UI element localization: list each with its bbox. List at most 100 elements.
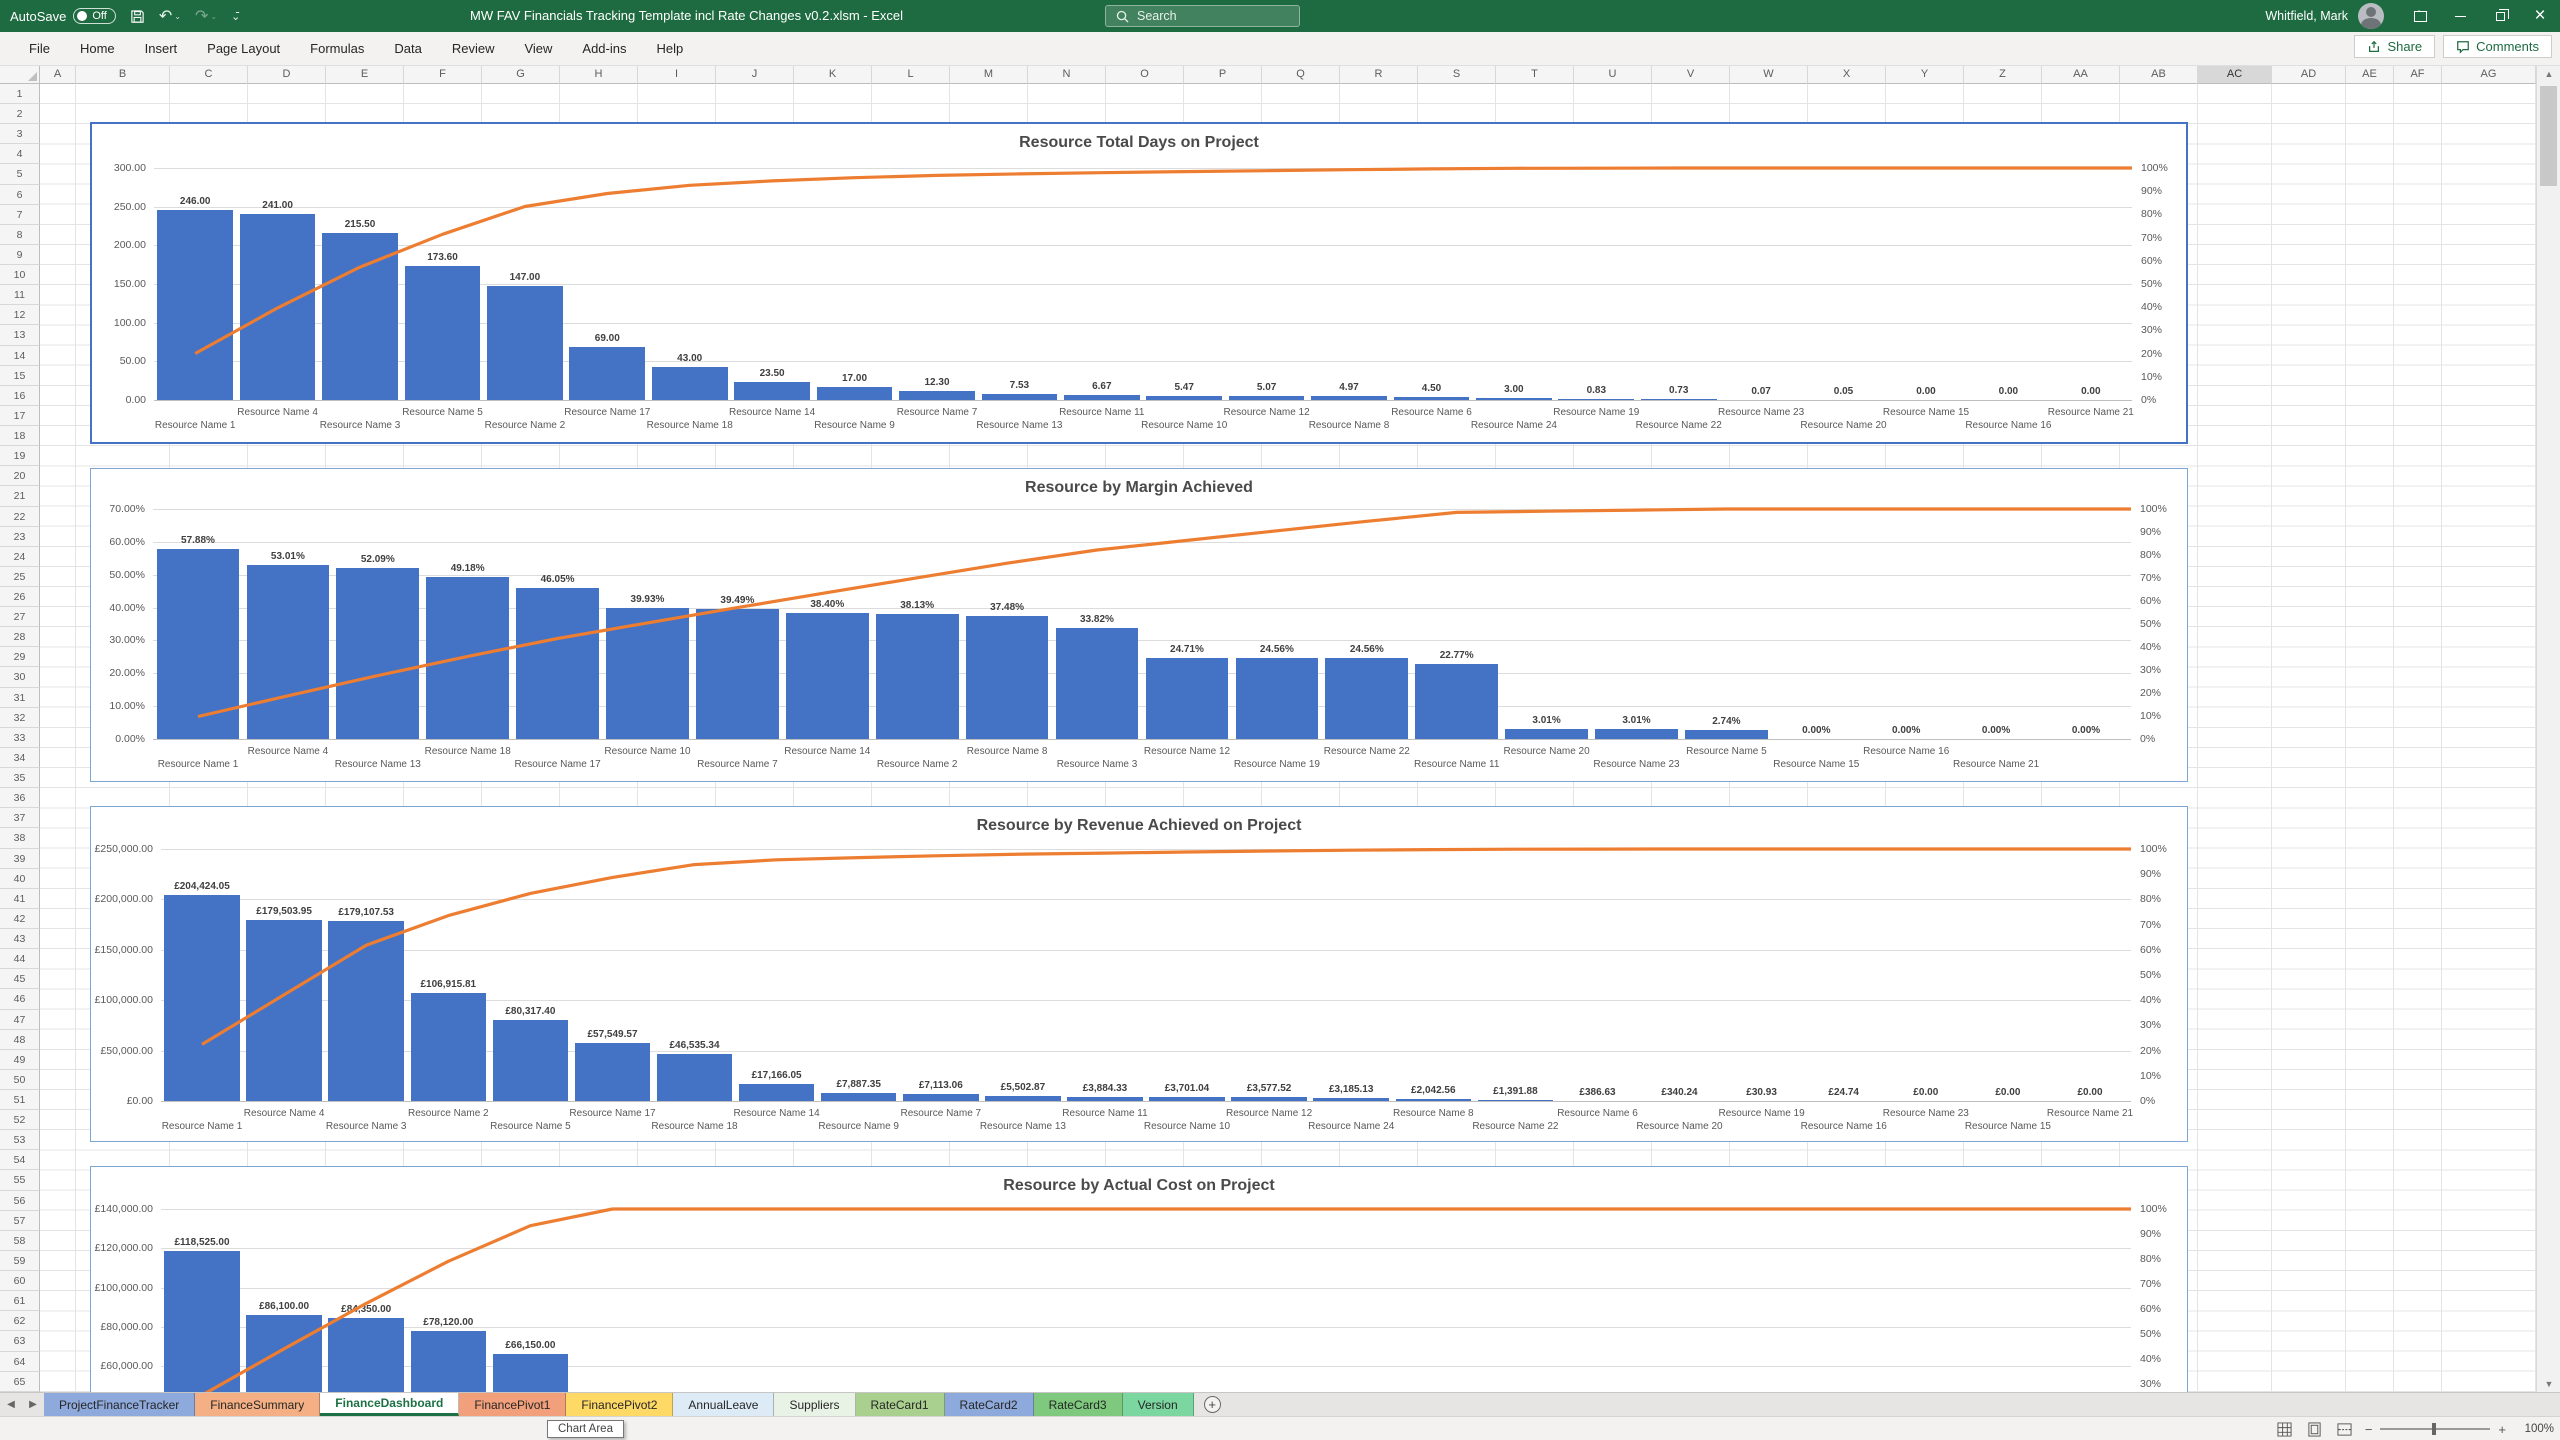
column-header-J[interactable]: J [716,66,794,84]
column-header-AE[interactable]: AE [2346,66,2394,84]
autosave-switch[interactable]: Off [73,8,115,24]
row-header-52[interactable]: 52 [0,1110,40,1130]
row-header-7[interactable]: 7 [0,205,40,225]
column-header-X[interactable]: X [1808,66,1886,84]
row-header-15[interactable]: 15 [0,366,40,386]
vertical-scrollbar[interactable]: ▲ ▼ [2536,66,2560,1392]
row-header-3[interactable]: 3 [0,124,40,144]
autosave-toggle[interactable]: AutoSave Off [10,8,116,24]
row-header-20[interactable]: 20 [0,466,40,486]
chart-3[interactable]: Resource by Revenue Achieved on Project£… [90,806,2188,1142]
row-header-28[interactable]: 28 [0,627,40,647]
column-header-N[interactable]: N [1028,66,1106,84]
column-header-R[interactable]: R [1340,66,1418,84]
column-header-T[interactable]: T [1496,66,1574,84]
column-header-B[interactable]: B [76,66,170,84]
zoom-in-icon[interactable]: + [2498,1422,2506,1437]
column-header-AG[interactable]: AG [2442,66,2536,84]
row-header-44[interactable]: 44 [0,949,40,969]
row-header-45[interactable]: 45 [0,969,40,989]
column-header-O[interactable]: O [1106,66,1184,84]
row-header-63[interactable]: 63 [0,1331,40,1351]
column-header-H[interactable]: H [560,66,638,84]
row-header-41[interactable]: 41 [0,889,40,909]
sheet-nav-right-icon[interactable]: ▶ [22,1393,44,1416]
row-header-55[interactable]: 55 [0,1170,40,1190]
row-header-53[interactable]: 53 [0,1130,40,1150]
row-header-23[interactable]: 23 [0,527,40,547]
column-header-L[interactable]: L [872,66,950,84]
sheet-tab-ratecard2[interactable]: RateCard2 [945,1393,1034,1416]
row-header-10[interactable]: 10 [0,265,40,285]
column-header-E[interactable]: E [326,66,404,84]
column-header-D[interactable]: D [248,66,326,84]
sheet-tab-suppliers[interactable]: Suppliers [774,1393,855,1416]
scroll-up-icon[interactable]: ▲ [2537,66,2560,82]
add-sheet-button[interactable]: + [1204,1396,1221,1413]
undo-dropdown-icon[interactable]: ⌄ [174,12,181,21]
row-header-64[interactable]: 64 [0,1352,40,1372]
redo-button[interactable]: ↷⌄ [195,6,217,26]
row-header-59[interactable]: 59 [0,1251,40,1271]
ribbon-tab-file[interactable]: File [14,32,65,66]
ribbon-tab-view[interactable]: View [509,32,567,66]
column-header-G[interactable]: G [482,66,560,84]
redo-dropdown-icon[interactable]: ⌄ [210,12,217,21]
column-header-AD[interactable]: AD [2272,66,2346,84]
row-header-1[interactable]: 1 [0,84,40,104]
row-header-4[interactable]: 4 [0,144,40,164]
undo-button[interactable]: ↶⌄ [159,6,181,26]
share-button[interactable]: Share [2354,35,2435,58]
row-header-29[interactable]: 29 [0,647,40,667]
row-header-27[interactable]: 27 [0,607,40,627]
row-header-30[interactable]: 30 [0,667,40,687]
zoom-level[interactable]: 100% [2516,1423,2554,1435]
row-header-40[interactable]: 40 [0,869,40,889]
row-header-46[interactable]: 46 [0,989,40,1009]
row-header-35[interactable]: 35 [0,768,40,788]
row-header-21[interactable]: 21 [0,486,40,506]
ribbon-tab-home[interactable]: Home [65,32,130,66]
ribbon-tab-review[interactable]: Review [437,32,510,66]
row-header-2[interactable]: 2 [0,104,40,124]
row-header-65[interactable]: 65 [0,1372,40,1392]
row-header-12[interactable]: 12 [0,305,40,325]
minimize-button[interactable] [2440,0,2480,32]
column-header-Z[interactable]: Z [1964,66,2042,84]
row-header-11[interactable]: 11 [0,285,40,305]
ribbon-tab-insert[interactable]: Insert [130,32,193,66]
zoom-slider[interactable] [2380,1428,2490,1430]
sheet-tab-financepivot2[interactable]: FinancePivot2 [566,1393,673,1416]
column-header-F[interactable]: F [404,66,482,84]
column-header-Q[interactable]: Q [1262,66,1340,84]
column-header-I[interactable]: I [638,66,716,84]
restore-button[interactable] [2480,0,2520,32]
column-header-C[interactable]: C [170,66,248,84]
row-header-24[interactable]: 24 [0,547,40,567]
row-header-5[interactable]: 5 [0,164,40,184]
row-header-56[interactable]: 56 [0,1191,40,1211]
row-header-39[interactable]: 39 [0,849,40,869]
close-button[interactable]: × [2520,0,2560,32]
save-button[interactable] [130,9,145,24]
quick-access-customize-button[interactable]: ⌄̄ [231,10,239,23]
row-header-34[interactable]: 34 [0,748,40,768]
row-header-49[interactable]: 49 [0,1050,40,1070]
sheet-tab-version[interactable]: Version [1123,1393,1194,1416]
search-box[interactable]: Search [1105,5,1300,27]
row-header-33[interactable]: 33 [0,728,40,748]
ribbon-tab-formulas[interactable]: Formulas [295,32,379,66]
column-header-A[interactable]: A [40,66,76,84]
row-header-36[interactable]: 36 [0,788,40,808]
row-header-8[interactable]: 8 [0,225,40,245]
sheet-tab-financedashboard[interactable]: FinanceDashboard [320,1393,459,1416]
row-header-48[interactable]: 48 [0,1030,40,1050]
column-header-K[interactable]: K [794,66,872,84]
row-header-9[interactable]: 9 [0,245,40,265]
sheet-tab-annualleave[interactable]: AnnualLeave [673,1393,774,1416]
row-header-18[interactable]: 18 [0,426,40,446]
row-header-26[interactable]: 26 [0,587,40,607]
comments-button[interactable]: Comments [2443,35,2552,58]
ribbon-tab-data[interactable]: Data [379,32,436,66]
column-header-Y[interactable]: Y [1886,66,1964,84]
